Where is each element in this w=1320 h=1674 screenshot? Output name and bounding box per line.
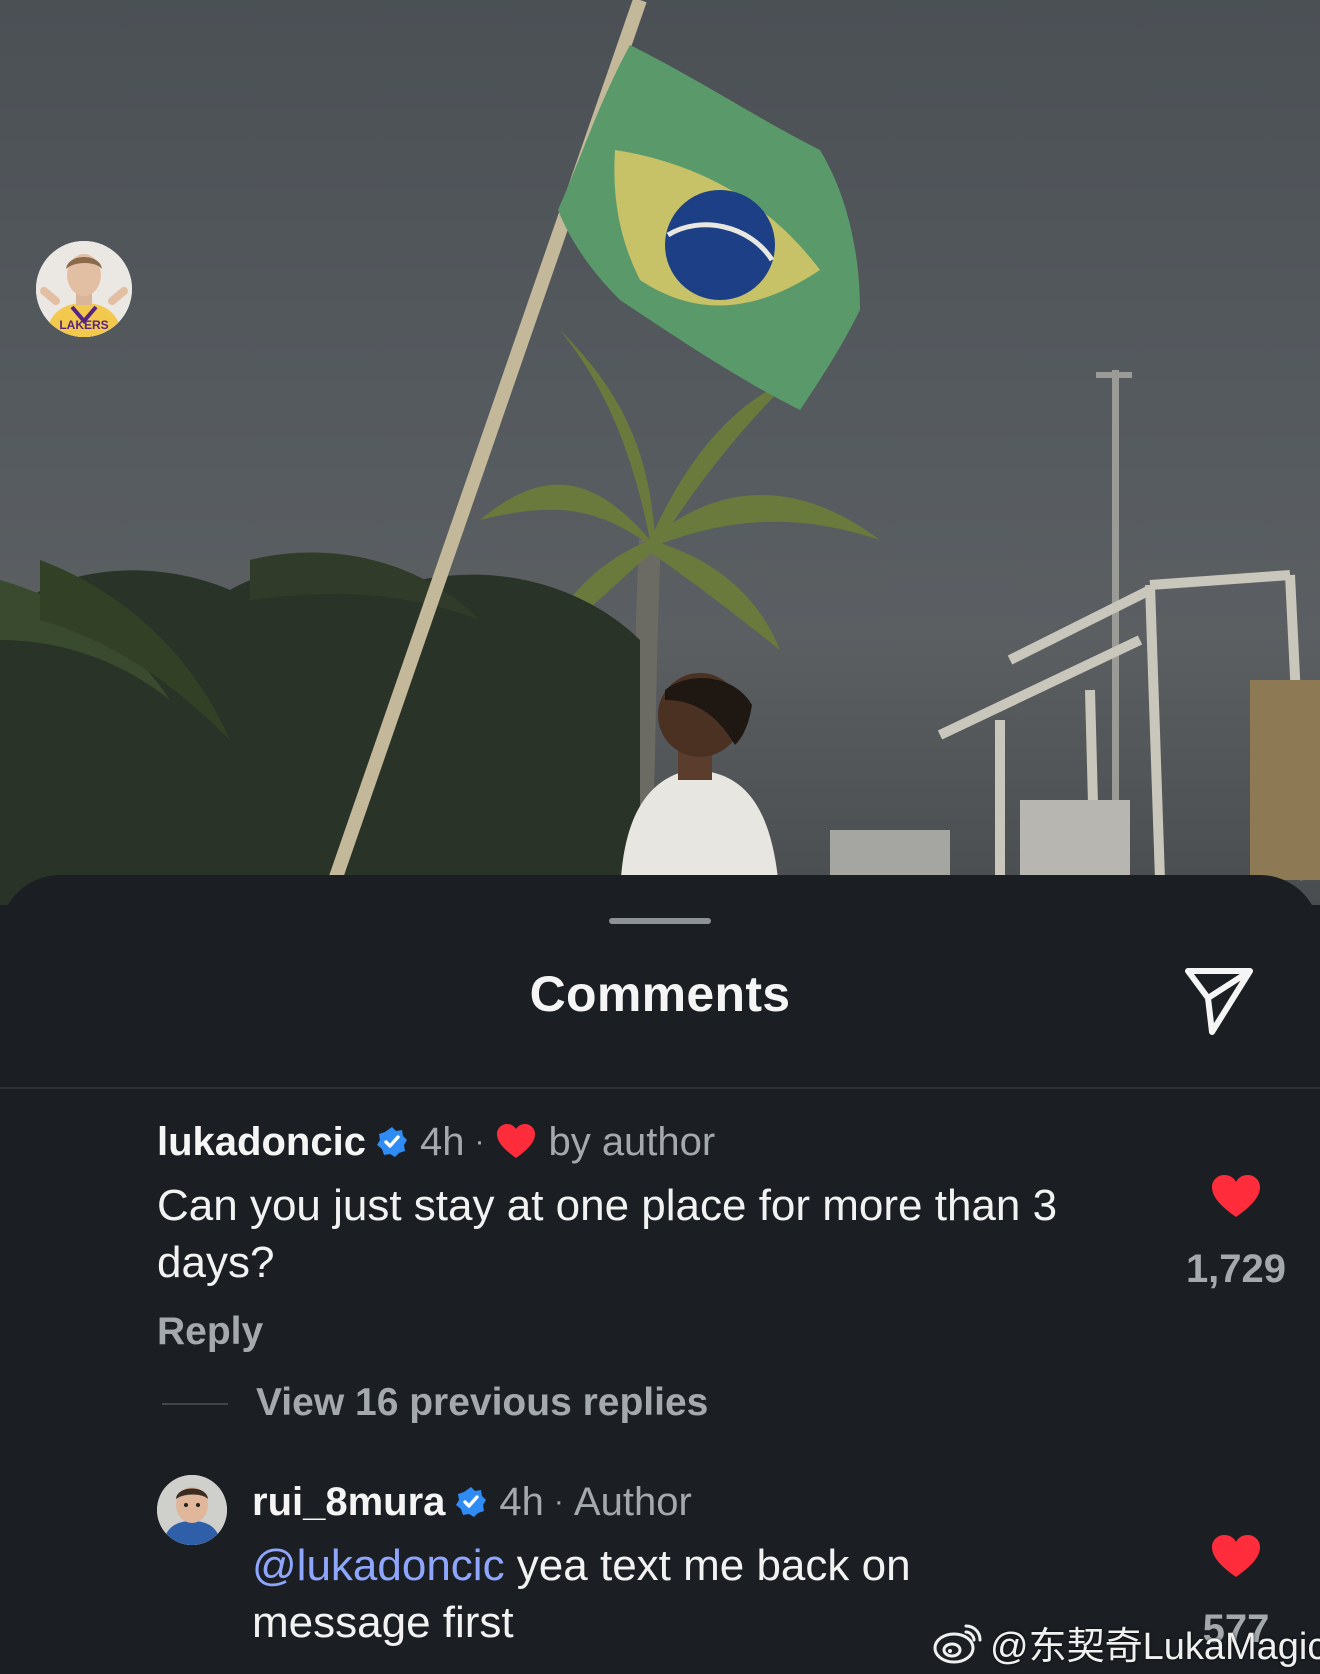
comment-text: @lukadoncic yea text me back on message … bbox=[252, 1537, 1012, 1651]
liked-by-author-heart-icon bbox=[497, 1124, 536, 1158]
view-previous-replies-button[interactable]: View 16 previous replies bbox=[256, 1381, 708, 1425]
watermark-text: @东契奇LukaMagic bbox=[990, 1625, 1320, 1668]
avatar[interactable] bbox=[157, 1475, 227, 1545]
comment-username[interactable]: rui_8mura bbox=[252, 1480, 445, 1525]
avatar-image: LAKERS bbox=[36, 241, 132, 337]
replies-line bbox=[162, 1403, 228, 1405]
send-icon bbox=[1185, 968, 1253, 1035]
reply-button[interactable]: Reply bbox=[157, 1310, 263, 1354]
meta-separator: · bbox=[474, 1125, 485, 1158]
weibo-logo-icon bbox=[933, 1624, 982, 1664]
comment-username[interactable]: lukadoncic bbox=[157, 1120, 366, 1165]
verified-badge-icon bbox=[376, 1127, 407, 1157]
like-count: 1,729 bbox=[1185, 1247, 1287, 1291]
sheet-title: Comments bbox=[529, 966, 791, 1022]
verified-badge-icon bbox=[456, 1487, 487, 1517]
comment-text: Can you just stay at one place for more … bbox=[157, 1181, 1058, 1287]
meta-separator: · bbox=[553, 1485, 564, 1518]
like-heart-icon[interactable] bbox=[1211, 1175, 1261, 1219]
avatar[interactable]: LAKERS bbox=[36, 241, 132, 337]
author-label: Author bbox=[573, 1479, 692, 1524]
svg-text:LAKERS: LAKERS bbox=[59, 318, 108, 332]
header-divider bbox=[0, 1087, 1320, 1089]
comment-time: 4h bbox=[419, 1119, 465, 1164]
comment-header: lukadoncic 4h · by author bbox=[157, 1115, 715, 1169]
comment-header: rui_8mura 4h · Author bbox=[252, 1475, 692, 1529]
mention-link[interactable]: @lukadoncic bbox=[252, 1541, 505, 1590]
sheet-grabber[interactable] bbox=[609, 918, 711, 924]
avatar-image bbox=[157, 1475, 227, 1545]
comment-time: 4h bbox=[499, 1479, 544, 1524]
post-photo bbox=[0, 0, 1320, 905]
like-heart-icon[interactable] bbox=[1211, 1535, 1261, 1579]
liked-by-author-label: by author bbox=[548, 1119, 716, 1164]
post-photo-illustration bbox=[0, 0, 1320, 905]
share-button[interactable] bbox=[1178, 957, 1260, 1039]
watermark: @东契奇LukaMagic bbox=[932, 1617, 1320, 1668]
